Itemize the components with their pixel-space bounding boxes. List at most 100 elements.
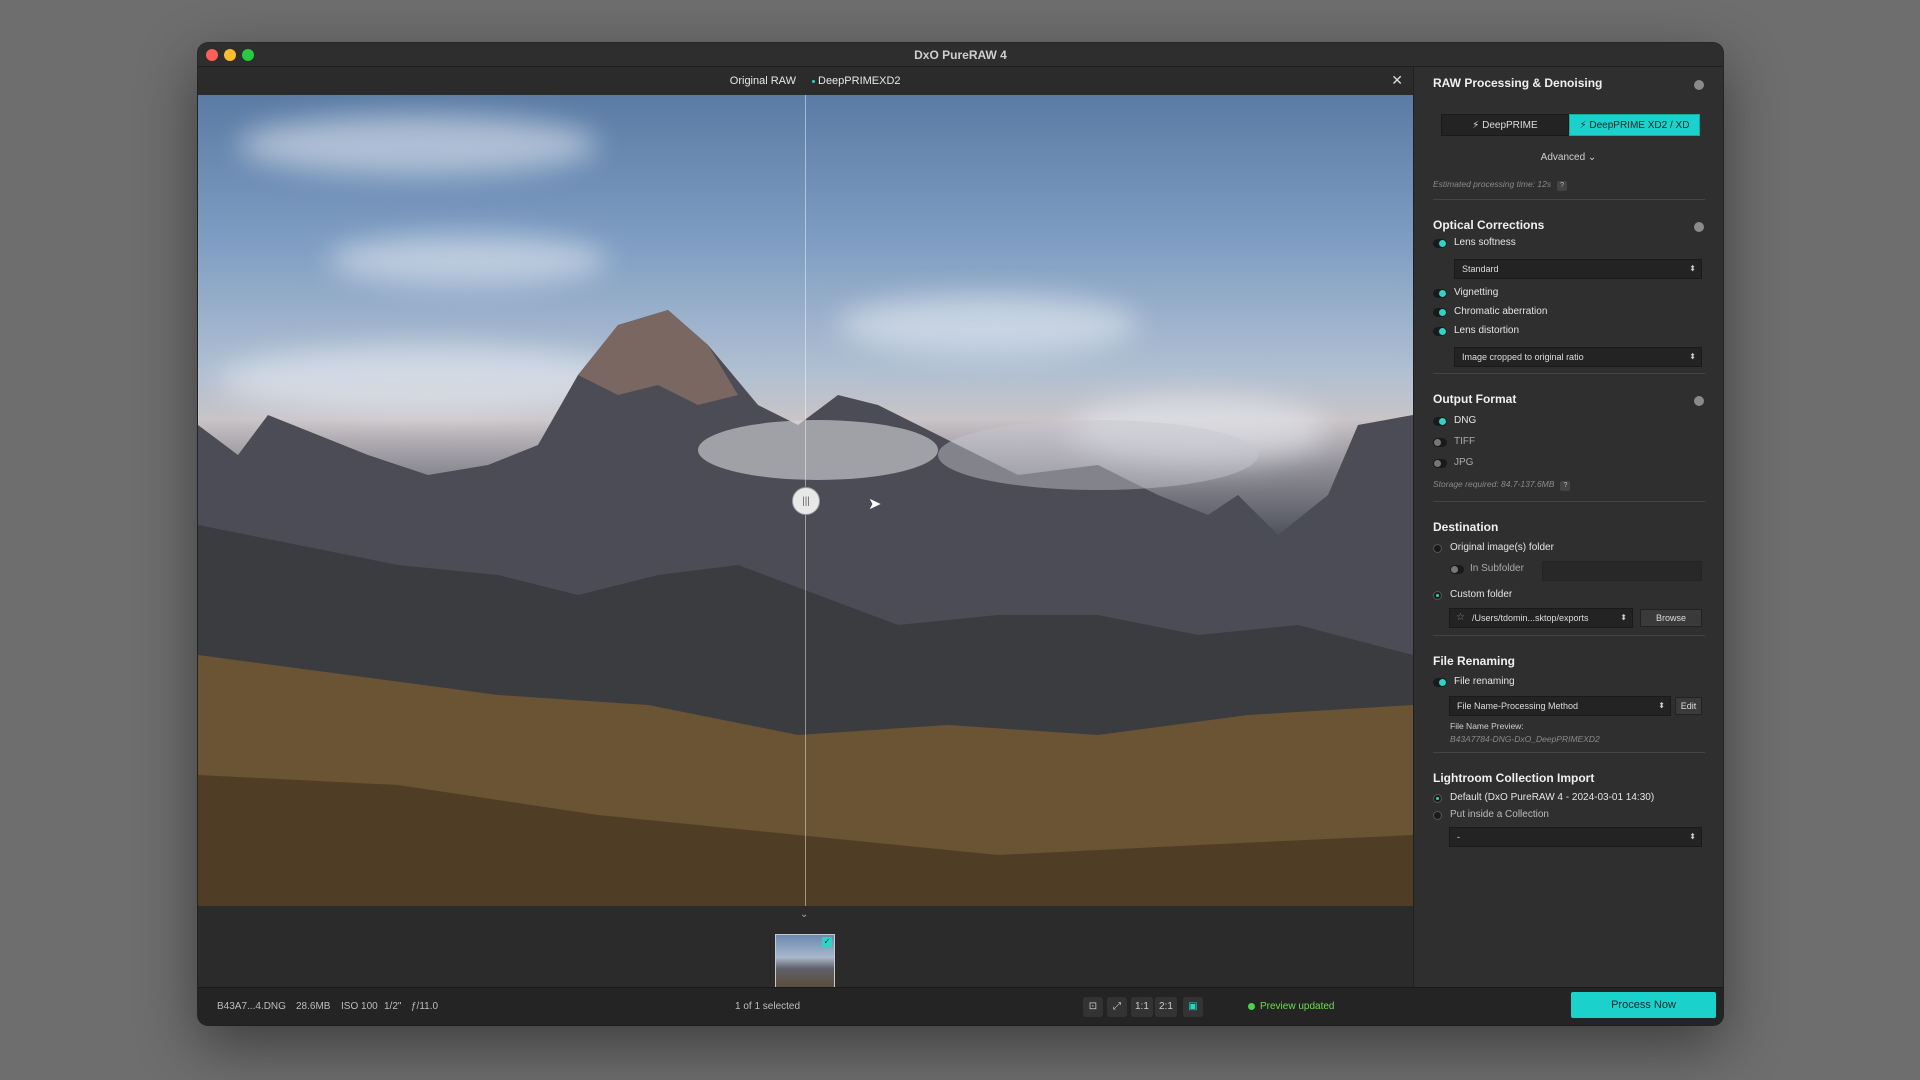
deepprime-button[interactable]: ⚡ DeepPRIME bbox=[1441, 114, 1569, 136]
custom-folder-label: Custom folder bbox=[1450, 589, 1513, 600]
custom-folder-select[interactable]: ☆ /Users/tdomin...sktop/exports ⬍ bbox=[1449, 608, 1633, 628]
renaming-pattern-select[interactable]: File Name-Processing Method ⬍ bbox=[1449, 696, 1671, 716]
subfolder-name-input[interactable] bbox=[1542, 561, 1702, 581]
lens-softness-select[interactable]: Standard ⬍ bbox=[1454, 259, 1702, 279]
lens-distortion-toggle[interactable] bbox=[1433, 327, 1447, 336]
optical-corrections-title: Optical Corrections bbox=[1433, 218, 1545, 232]
image-viewer: Original RAW DeepPRIMEXD2 ✕ ||| ➤ ⌄ bbox=[198, 67, 1413, 946]
status-dot-icon bbox=[1248, 1003, 1255, 1010]
file-name: B43A7...4.DNG bbox=[217, 1001, 286, 1012]
browse-button[interactable]: Browse bbox=[1640, 609, 1702, 627]
custom-folder-radio[interactable] bbox=[1433, 591, 1442, 600]
accent-dot-icon bbox=[812, 79, 815, 83]
help-icon[interactable]: ? bbox=[1557, 181, 1568, 191]
divider bbox=[1433, 199, 1705, 200]
dng-label: DNG bbox=[1454, 415, 1477, 426]
landscape-image[interactable]: ||| ➤ bbox=[198, 95, 1413, 906]
select-arrows-icon: ⬍ bbox=[1689, 352, 1696, 361]
compare-view-icon[interactable]: ⊡ bbox=[1083, 997, 1103, 1017]
file-size: 28.6MB bbox=[296, 1001, 331, 1012]
put-inside-collection-radio[interactable] bbox=[1433, 811, 1442, 820]
subfolder-toggle[interactable] bbox=[1450, 565, 1464, 574]
chevron-down-icon[interactable]: ⌄ bbox=[800, 909, 808, 920]
custom-folder-path: /Users/tdomin...sktop/exports bbox=[1472, 613, 1589, 623]
section-reset-icon[interactable] bbox=[1694, 222, 1704, 232]
fit-view-icon[interactable]: ⤢ bbox=[1107, 997, 1127, 1017]
jpg-label: JPG bbox=[1454, 457, 1474, 468]
output-format-title: Output Format bbox=[1433, 392, 1517, 406]
processing-time-text: Estimated processing time: 12s bbox=[1433, 179, 1552, 189]
processing-time-note: Estimated processing time: 12s? bbox=[1433, 179, 1568, 191]
selection-count: 1 of 1 selected bbox=[735, 1001, 801, 1012]
title-bar: DxO PureRAW 4 bbox=[198, 43, 1723, 67]
default-collection-label: Default (DxO PureRAW 4 - 2024-03-01 14:3… bbox=[1450, 792, 1655, 803]
chromatic-aberration-label: Chromatic aberration bbox=[1454, 306, 1548, 317]
zoom-1-1-button[interactable]: 1:1 bbox=[1131, 997, 1153, 1017]
lens-softness-value: Standard bbox=[1462, 264, 1499, 274]
filmstrip: ✓ bbox=[198, 922, 1413, 992]
section-reset-icon[interactable] bbox=[1694, 396, 1704, 406]
settings-panel: RAW Processing & Denoising ⚡ DeepPRIME ⚡… bbox=[1413, 67, 1723, 987]
checkmark-icon[interactable]: ✓ bbox=[822, 937, 832, 947]
jpg-toggle[interactable] bbox=[1433, 459, 1447, 468]
put-inside-collection-label: Put inside a Collection bbox=[1450, 809, 1549, 820]
storage-required-note: Storage required: 84.7-137.6MB? bbox=[1433, 479, 1571, 491]
lens-distortion-value: Image cropped to original ratio bbox=[1462, 352, 1584, 362]
select-arrows-icon: ⬍ bbox=[1658, 701, 1665, 710]
divider bbox=[1433, 373, 1705, 374]
select-arrows-icon: ⬍ bbox=[1620, 613, 1627, 622]
file-renaming-title: File Renaming bbox=[1433, 654, 1516, 668]
app-window: DxO PureRAW 4 Original RAW DeepPRIMEXD2 … bbox=[198, 43, 1723, 1025]
compare-bar: Original RAW DeepPRIMEXD2 ✕ bbox=[198, 67, 1413, 95]
vignetting-toggle[interactable] bbox=[1433, 289, 1447, 298]
preview-status: Preview updated bbox=[1248, 1001, 1335, 1012]
section-reset-icon[interactable] bbox=[1694, 80, 1704, 90]
file-name-preview-label: File Name Preview: bbox=[1450, 721, 1524, 731]
file-renaming-label: File renaming bbox=[1454, 676, 1515, 687]
iso-value: ISO 100 bbox=[341, 1001, 378, 1012]
destination-title: Destination bbox=[1433, 520, 1499, 534]
divider bbox=[1433, 752, 1705, 753]
process-now-button[interactable]: Process Now bbox=[1571, 992, 1716, 1018]
shutter-value: 1/2" bbox=[384, 1001, 402, 1012]
select-arrows-icon: ⬍ bbox=[1689, 264, 1696, 273]
star-icon[interactable]: ☆ bbox=[1456, 609, 1465, 627]
deepprime-label: DeepPRIMEXD2 bbox=[812, 75, 901, 87]
help-icon[interactable]: ? bbox=[1560, 481, 1571, 491]
image-thumbnail[interactable]: ✓ bbox=[775, 934, 835, 992]
original-raw-label: Original RAW bbox=[729, 75, 796, 87]
tiff-toggle[interactable] bbox=[1433, 438, 1447, 447]
deepprime-xd2-button[interactable]: ⚡ DeepPRIME XD2 / XD bbox=[1569, 114, 1700, 136]
advanced-toggle[interactable]: Advanced ⌄ bbox=[1414, 152, 1723, 163]
status-bar: B43A7...4.DNG 28.6MB ISO 100 1/2" ƒ/11.0… bbox=[198, 987, 1723, 1025]
renaming-pattern-value: File Name-Processing Method bbox=[1457, 701, 1579, 711]
split-handle-icon[interactable]: ||| bbox=[792, 487, 820, 515]
aperture-value: ƒ/11.0 bbox=[411, 1001, 439, 1012]
lens-distortion-select[interactable]: Image cropped to original ratio ⬍ bbox=[1454, 347, 1702, 367]
lens-softness-toggle[interactable] bbox=[1433, 239, 1447, 248]
dng-toggle[interactable] bbox=[1433, 417, 1447, 426]
chromatic-aberration-toggle[interactable] bbox=[1433, 308, 1447, 317]
file-name-preview-value: B43A7784-DNG-DxO_DeepPRIMEXD2 bbox=[1450, 734, 1600, 744]
subfolder-label: In Subfolder bbox=[1470, 563, 1524, 574]
lightroom-import-title: Lightroom Collection Import bbox=[1433, 771, 1595, 785]
file-renaming-toggle[interactable] bbox=[1433, 678, 1447, 687]
preview-status-text: Preview updated bbox=[1260, 1001, 1335, 1012]
deepprime-label-text: DeepPRIMEXD2 bbox=[818, 75, 901, 87]
default-collection-radio[interactable] bbox=[1433, 794, 1442, 803]
loupe-view-icon[interactable]: ▣ bbox=[1183, 997, 1203, 1017]
original-folder-radio[interactable] bbox=[1433, 544, 1442, 553]
raw-processing-title: RAW Processing & Denoising bbox=[1433, 76, 1603, 90]
storage-required-text: Storage required: 84.7-137.6MB bbox=[1433, 479, 1555, 489]
select-arrows-icon: ⬍ bbox=[1689, 832, 1696, 841]
collection-select[interactable]: - ⬍ bbox=[1449, 827, 1702, 847]
vignetting-label: Vignetting bbox=[1454, 287, 1499, 298]
edit-button[interactable]: Edit bbox=[1675, 697, 1702, 715]
window-title: DxO PureRAW 4 bbox=[914, 48, 1007, 62]
close-icon[interactable]: ✕ bbox=[1391, 72, 1403, 89]
divider bbox=[1433, 501, 1705, 502]
collection-value: - bbox=[1457, 832, 1460, 842]
lens-softness-label: Lens softness bbox=[1454, 237, 1516, 248]
lens-distortion-label: Lens distortion bbox=[1454, 325, 1520, 336]
zoom-2-1-select[interactable]: 2:1 bbox=[1155, 997, 1177, 1017]
